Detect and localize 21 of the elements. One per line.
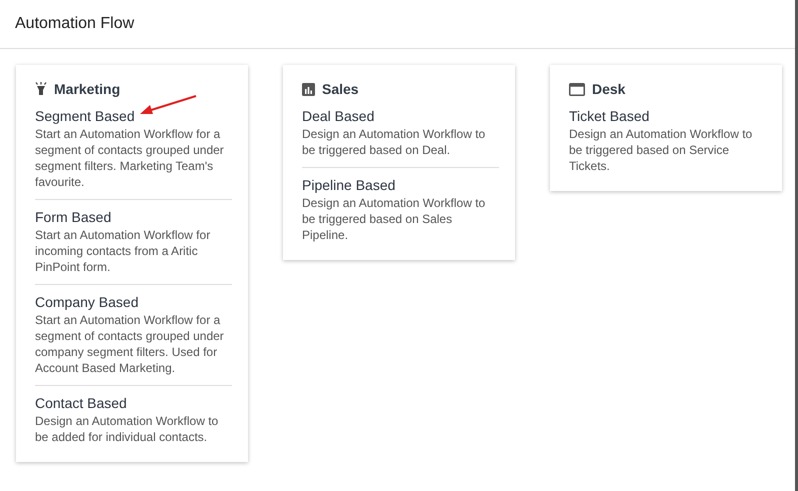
- category-title: Desk: [592, 81, 626, 97]
- bar-chart-icon: [302, 82, 315, 96]
- workflow-option-link[interactable]: Segment Based: [35, 107, 135, 125]
- page-title: Automation Flow: [15, 15, 134, 33]
- option-description: Design an Automation Workflow to be triggered based on Deal.: [302, 126, 486, 158]
- workflow-option-link[interactable]: Ticket Based: [569, 107, 650, 125]
- option-description: Design an Automation Workflow to be added for individual contacts.: [35, 413, 220, 445]
- option-description: Start an Automation Workflow for incoming contacts from a Aritic PinPoint form.: [35, 227, 212, 275]
- lamp-icon: [35, 82, 47, 96]
- option-description: Design an Automation Workflow to be triggered based on Service Tickets.: [569, 126, 754, 174]
- option-description: Start an Automation Workflow for a segment of contacts grouped under company segment filters. Used for Account Based Marketing.: [35, 312, 225, 376]
- workflow-option-link[interactable]: Company Based: [35, 293, 139, 311]
- option-description: Start an Automation Workflow for a segment of contacts grouped under segment filters. Marketing Team's favourite.: [35, 126, 225, 190]
- workflow-option-link[interactable]: Pipeline Based: [302, 176, 396, 194]
- window-icon: [569, 82, 585, 96]
- option-description: Design an Automation Workflow to be triggered based on Sales Pipeline.: [302, 195, 486, 243]
- workflow-option-link[interactable]: Form Based: [35, 208, 112, 226]
- category-title: Marketing: [54, 81, 120, 97]
- workflow-option-link[interactable]: Deal Based: [302, 107, 374, 125]
- category-title: Sales: [322, 81, 359, 97]
- workflow-option-link[interactable]: Contact Based: [35, 394, 127, 412]
